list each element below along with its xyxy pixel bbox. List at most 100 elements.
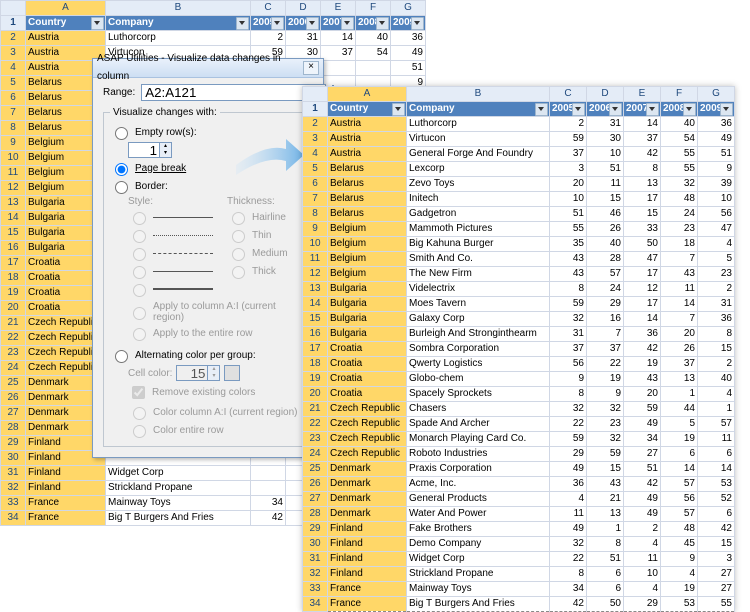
cell[interactable]: Bulgaria <box>328 327 407 342</box>
row-number[interactable]: 12 <box>303 267 328 282</box>
row-number[interactable]: 24 <box>303 447 328 462</box>
cell[interactable]: Acme, Inc. <box>407 477 550 492</box>
cell[interactable]: 43 <box>587 477 624 492</box>
cell[interactable]: 13 <box>661 372 698 387</box>
cell[interactable]: 31 <box>550 327 587 342</box>
cell[interactable]: 8 <box>624 162 661 177</box>
cell[interactable]: Monarch Playing Card Co. <box>407 432 550 447</box>
cell[interactable]: 6 <box>661 447 698 462</box>
col-header[interactable]: G <box>698 87 735 102</box>
row-number[interactable]: 12 <box>1 181 26 196</box>
cell[interactable]: 33 <box>624 222 661 237</box>
filter-icon[interactable] <box>236 17 249 30</box>
cell[interactable]: 7 <box>661 312 698 327</box>
cell[interactable]: 2 <box>698 282 735 297</box>
cell[interactable]: 49 <box>391 46 426 61</box>
cell[interactable]: 11 <box>698 432 735 447</box>
filter-icon[interactable] <box>271 17 284 30</box>
cell[interactable]: 49 <box>698 132 735 147</box>
cell[interactable]: Denmark <box>328 507 407 522</box>
cell[interactable]: 8 <box>587 537 624 552</box>
cell[interactable]: 42 <box>624 147 661 162</box>
cell[interactable]: 42 <box>624 342 661 357</box>
cell[interactable]: 48 <box>661 522 698 537</box>
cell[interactable]: 5 <box>698 252 735 267</box>
table-header[interactable]: Company <box>106 16 251 31</box>
cell[interactable]: 26 <box>587 222 624 237</box>
cell[interactable]: Spacely Sprockets <box>407 387 550 402</box>
cell[interactable]: Globo-chem <box>407 372 550 387</box>
cell[interactable]: 59 <box>587 447 624 462</box>
row-number[interactable]: 28 <box>303 507 328 522</box>
cell[interactable]: 56 <box>698 207 735 222</box>
col-header[interactable]: C <box>550 87 587 102</box>
cell[interactable]: 6 <box>698 507 735 522</box>
radio-border[interactable] <box>115 181 128 194</box>
row-number[interactable]: 22 <box>303 417 328 432</box>
row-number[interactable]: 33 <box>303 582 328 597</box>
cell[interactable]: 45 <box>661 537 698 552</box>
filter-icon[interactable] <box>683 103 696 116</box>
radio-page-break[interactable] <box>115 163 128 176</box>
row-number[interactable]: 9 <box>1 136 26 151</box>
row-number[interactable]: 26 <box>303 477 328 492</box>
row-number[interactable]: 13 <box>1 196 26 211</box>
row-number[interactable]: 23 <box>303 432 328 447</box>
cell[interactable]: 20 <box>624 387 661 402</box>
cell[interactable]: Belgium <box>328 222 407 237</box>
cell[interactable]: 10 <box>587 147 624 162</box>
cell[interactable]: 50 <box>587 597 624 612</box>
cell[interactable]: 11 <box>587 177 624 192</box>
cell[interactable]: 46 <box>587 207 624 222</box>
cell[interactable]: 5 <box>661 417 698 432</box>
cell[interactable]: 40 <box>698 372 735 387</box>
row-number[interactable]: 17 <box>1 256 26 271</box>
cell[interactable]: 23 <box>661 222 698 237</box>
cell[interactable]: 23 <box>698 267 735 282</box>
cell[interactable]: Demo Company <box>407 537 550 552</box>
row-number[interactable]: 17 <box>303 342 328 357</box>
cell[interactable]: Mainway Toys <box>106 496 251 511</box>
cell[interactable]: 27 <box>624 447 661 462</box>
cell[interactable]: 11 <box>661 282 698 297</box>
cell[interactable]: 23 <box>587 417 624 432</box>
cell[interactable]: Moes Tavern <box>407 297 550 312</box>
close-icon[interactable]: × <box>303 61 319 75</box>
cell[interactable]: Strickland Propane <box>407 567 550 582</box>
row-number[interactable]: 19 <box>303 372 328 387</box>
cell[interactable]: 34 <box>550 582 587 597</box>
cell[interactable]: 4 <box>698 387 735 402</box>
col-header[interactable]: B <box>106 1 251 16</box>
cell[interactable]: 36 <box>550 477 587 492</box>
cell[interactable]: Qwerty Logistics <box>407 357 550 372</box>
cell[interactable]: Virtucon <box>407 132 550 147</box>
table-header[interactable]: 2007 <box>321 16 356 31</box>
cell[interactable]: 56 <box>661 492 698 507</box>
cell[interactable]: 29 <box>550 447 587 462</box>
cell[interactable]: 43 <box>550 252 587 267</box>
cell[interactable]: 55 <box>661 162 698 177</box>
cell[interactable]: 22 <box>587 357 624 372</box>
row-number[interactable]: 6 <box>1 91 26 106</box>
cell[interactable]: 14 <box>698 462 735 477</box>
col-header[interactable]: C <box>251 1 286 16</box>
cell[interactable]: 28 <box>587 252 624 267</box>
cell[interactable]: 26 <box>661 342 698 357</box>
cell[interactable]: Croatia <box>328 342 407 357</box>
cell[interactable]: 1 <box>587 522 624 537</box>
cell[interactable]: 32 <box>661 177 698 192</box>
cell[interactable]: 57 <box>698 417 735 432</box>
row-number[interactable]: 27 <box>1 406 26 421</box>
cell[interactable]: 1 <box>698 402 735 417</box>
filter-icon[interactable] <box>376 17 389 30</box>
cell[interactable]: 27 <box>698 582 735 597</box>
row-number[interactable]: 23 <box>1 346 26 361</box>
cell[interactable]: 17 <box>624 192 661 207</box>
col-header[interactable]: A <box>328 87 407 102</box>
cell[interactable]: 50 <box>624 237 661 252</box>
cell[interactable]: 15 <box>698 342 735 357</box>
cell[interactable]: 19 <box>624 357 661 372</box>
cell[interactable]: 43 <box>661 267 698 282</box>
cell[interactable] <box>251 466 286 481</box>
cell[interactable]: 39 <box>698 177 735 192</box>
